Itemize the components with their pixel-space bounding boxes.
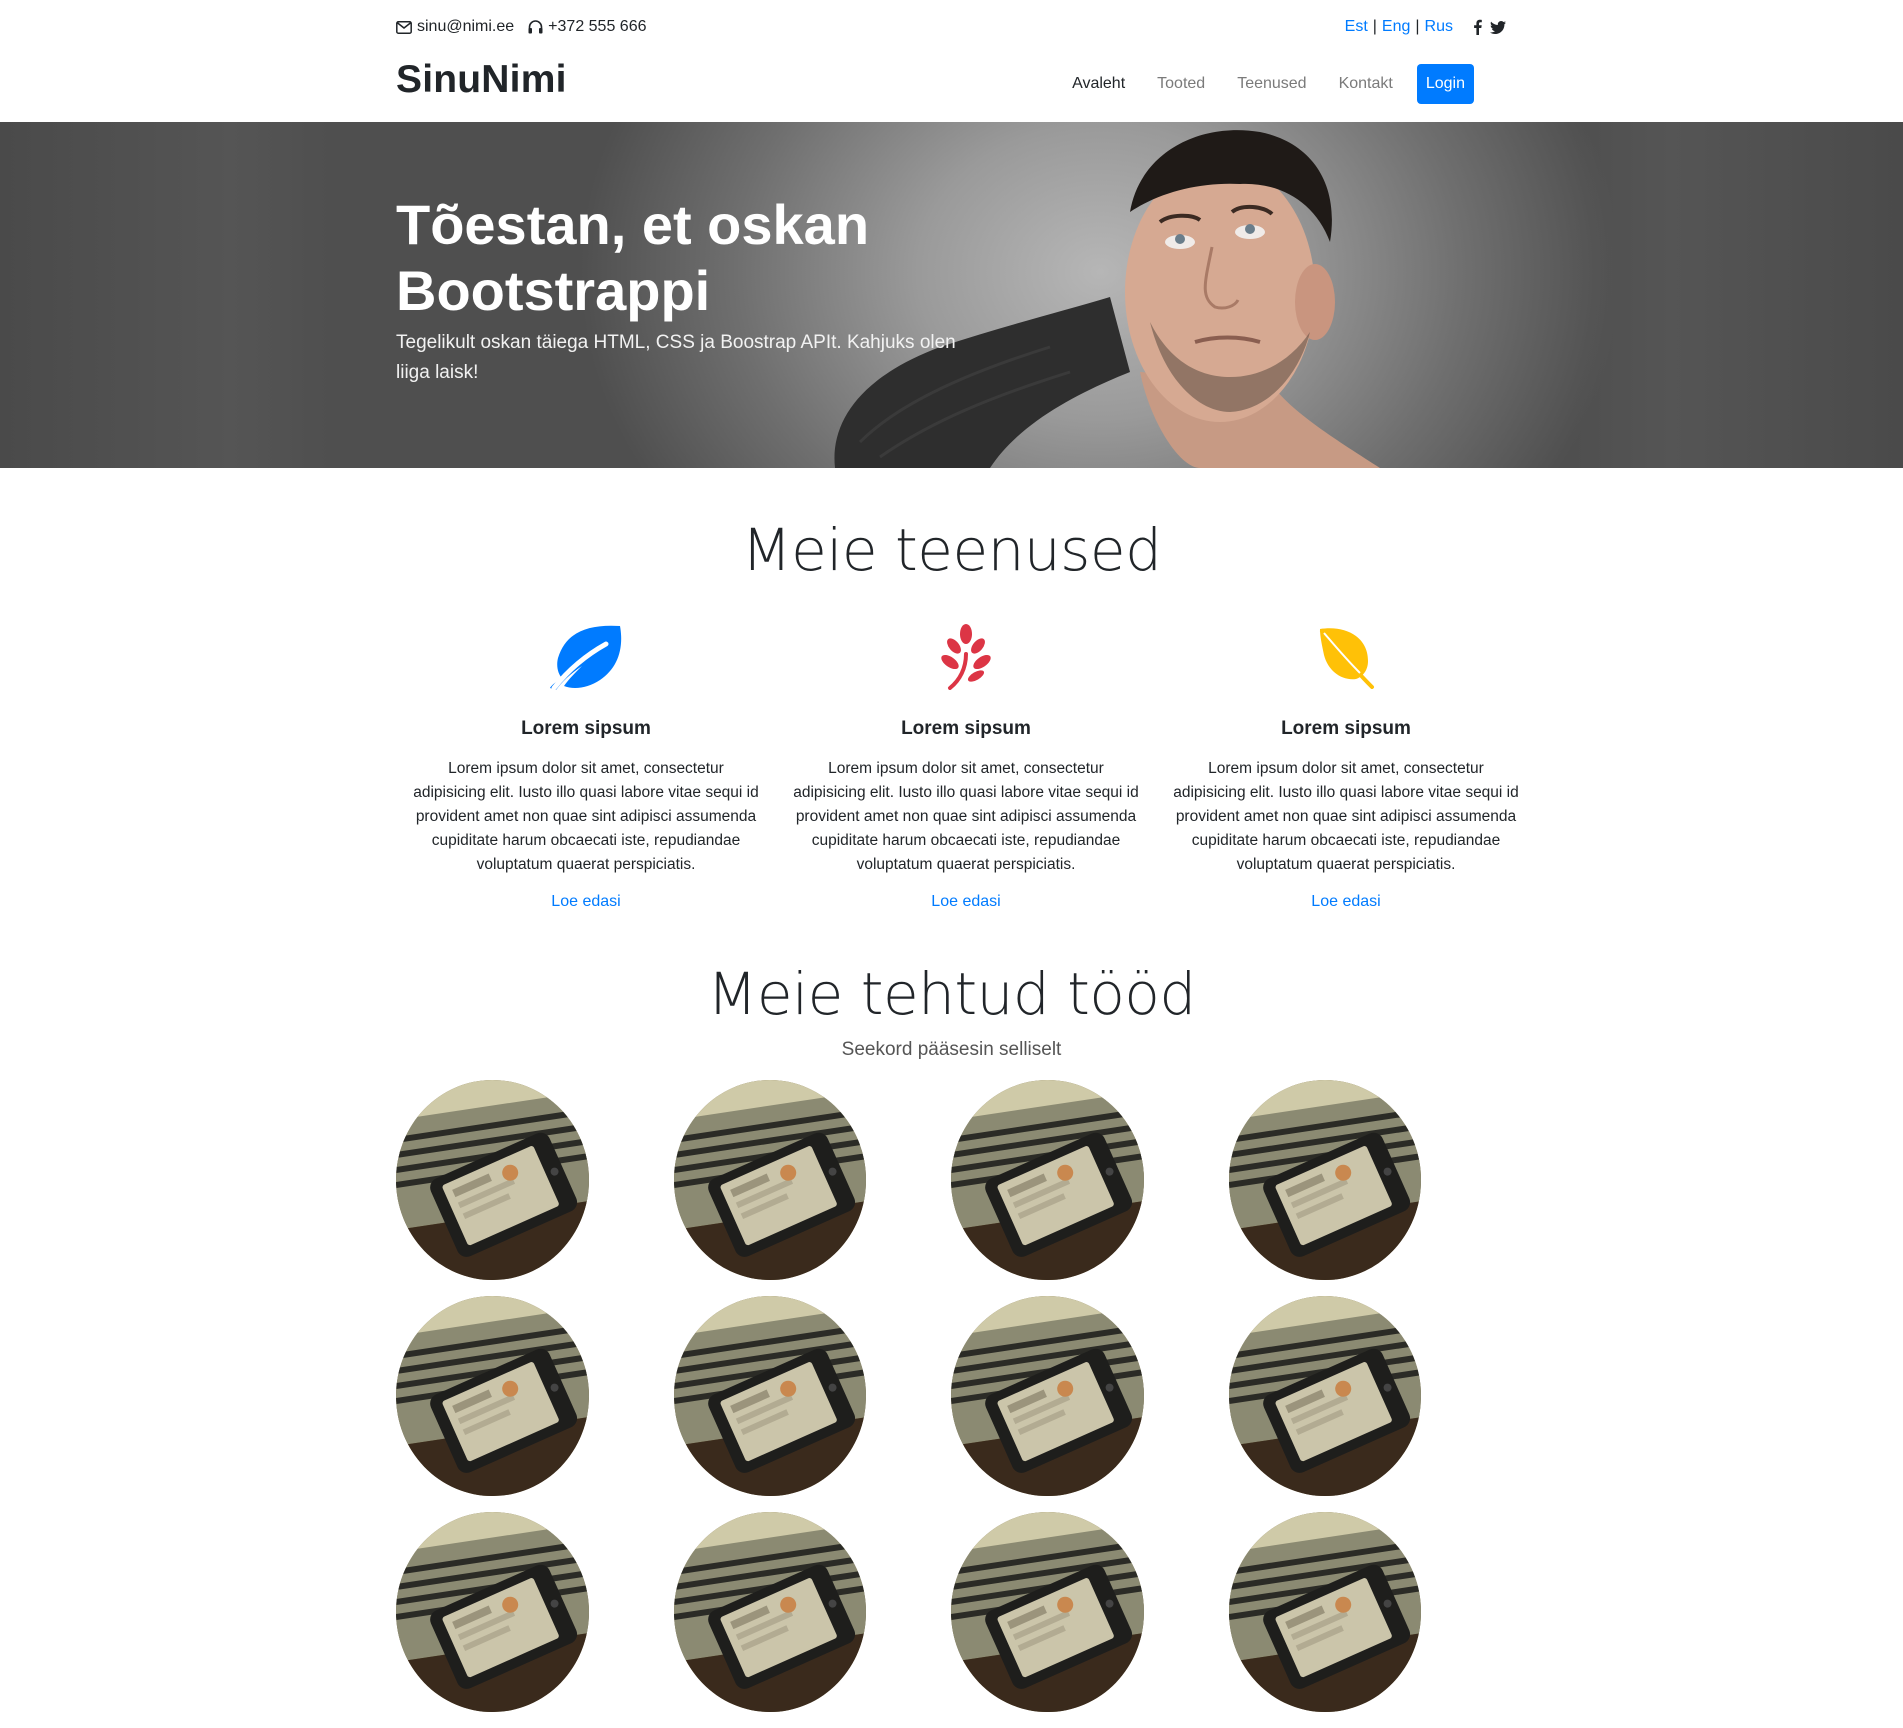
works-subtitle: Seekord pääsesin selliselt	[841, 1039, 1062, 1060]
email-text: sinu@nimi.ee	[417, 18, 515, 35]
service-heading: Lorem sipsum	[901, 718, 1031, 739]
service-text: Lorem ipsum dolor sit amet, consectetur …	[793, 760, 1139, 873]
works-title: Meie tehtud tööd	[707, 960, 1196, 1028]
service-card: Lorem sipsum Lorem ipsum dolor sit amet,…	[396, 620, 776, 911]
work-thumbnail-image[interactable]	[396, 1512, 589, 1712]
nav-kontakt[interactable]: Kontakt	[1339, 75, 1393, 93]
read-more-link[interactable]: Loe edasi	[551, 893, 620, 911]
service-text: Lorem ipsum dolor sit amet, consectetur …	[1173, 760, 1519, 873]
work-thumbnail-image[interactable]	[673, 1512, 866, 1712]
service-text: Lorem ipsum dolor sit amet, consectetur …	[413, 760, 759, 873]
login-button[interactable]: Login	[1416, 64, 1474, 104]
read-more-link[interactable]: Loe edasi	[931, 893, 1000, 911]
hero-text: Tegelikult oskan täiega HTML, CSS ja Boo…	[396, 332, 956, 383]
lang-separator: |	[1372, 18, 1377, 35]
nav-links: Avaleht Tooted Teenused Kontakt Login	[1040, 64, 1506, 104]
work-thumbnail-image[interactable]	[1228, 1080, 1421, 1280]
services-title: Meie teenused	[741, 516, 1162, 584]
contact-info: sinu@nimi.ee +372 555 666	[396, 18, 661, 36]
social-links	[1465, 19, 1506, 35]
navbar: SinuNimi Avaleht Tooted Teenused Kontakt…	[396, 56, 1506, 122]
services-list: Lorem sipsum Lorem ipsum dolor sit amet,…	[396, 620, 1536, 911]
email-item[interactable]: sinu@nimi.ee	[396, 18, 514, 36]
hero-shade-left	[0, 122, 330, 468]
nav-avaleht[interactable]: Avaleht	[1072, 75, 1125, 93]
works-row	[396, 1296, 1506, 1496]
lang-est[interactable]: Est	[1345, 18, 1368, 36]
brand-logo[interactable]: SinuNimi	[396, 58, 567, 102]
nav-tooted[interactable]: Tooted	[1157, 75, 1205, 93]
works-row	[396, 1080, 1506, 1280]
work-thumbnail-image[interactable]	[951, 1296, 1144, 1496]
read-more-link[interactable]: Loe edasi	[1311, 893, 1380, 911]
spa-icon	[776, 620, 1156, 694]
work-thumbnail-image[interactable]	[673, 1296, 866, 1496]
service-heading: Lorem sipsum	[521, 718, 651, 739]
leaf-icon	[396, 620, 776, 694]
service-card: Lorem sipsum Lorem ipsum dolor sit amet,…	[776, 620, 1156, 911]
lang-separator: |	[1415, 18, 1420, 35]
hero-shade-right	[1573, 122, 1903, 468]
envelope-icon	[396, 20, 412, 34]
twitter-icon[interactable]	[1490, 20, 1506, 34]
work-thumbnail-image[interactable]	[1228, 1512, 1421, 1712]
service-card: Lorem sipsum Lorem ipsum dolor sit amet,…	[1156, 620, 1536, 911]
works-grid	[396, 1080, 1506, 1728]
nav-teenused[interactable]: Teenused	[1237, 75, 1306, 93]
headphones-icon	[528, 20, 543, 34]
work-thumbnail-image[interactable]	[396, 1296, 589, 1496]
autumn-leaf-icon	[1156, 620, 1536, 694]
phone-text: +372 555 666	[548, 18, 647, 35]
work-thumbnail-image[interactable]	[951, 1080, 1144, 1280]
hero-banner: Tõestan, et oskan Bootstrappi Tegelikult…	[0, 122, 1903, 468]
lang-eng[interactable]: Eng	[1382, 18, 1410, 36]
service-heading: Lorem sipsum	[1281, 718, 1411, 739]
hero-title: Tõestan, et oskan Bootstrappi	[396, 193, 870, 322]
work-thumbnail-image[interactable]	[1228, 1296, 1421, 1496]
top-bar: sinu@nimi.ee +372 555 666 Est | Eng | Ru…	[396, 0, 1506, 56]
works-row	[396, 1512, 1506, 1712]
facebook-icon[interactable]	[1473, 19, 1482, 35]
lang-rus[interactable]: Rus	[1425, 18, 1453, 36]
language-switcher: Est | Eng | Rus	[1345, 18, 1506, 36]
phone-item[interactable]: +372 555 666	[528, 18, 647, 36]
work-thumbnail-image[interactable]	[951, 1512, 1144, 1712]
work-thumbnail-image[interactable]	[396, 1080, 589, 1280]
work-thumbnail-image[interactable]	[673, 1080, 866, 1280]
